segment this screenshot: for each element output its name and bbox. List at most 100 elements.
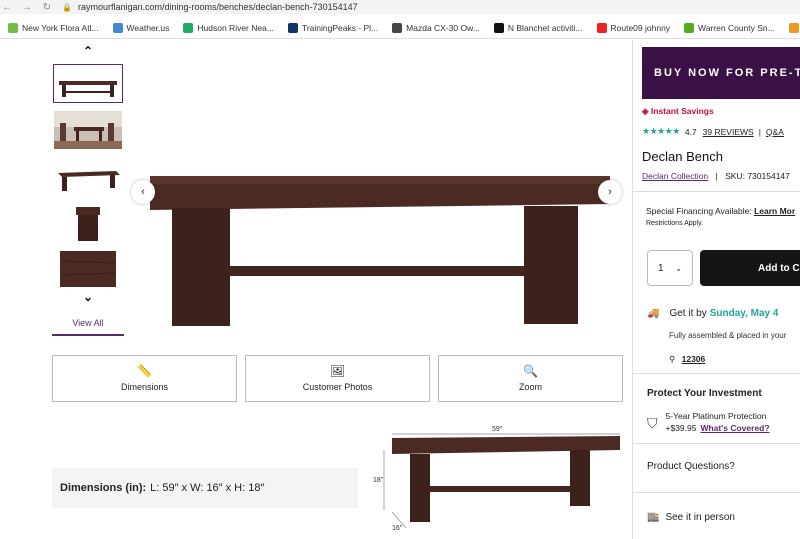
zip-link[interactable]: 12306	[682, 354, 706, 364]
protect-title: Protect Your Investment	[647, 388, 762, 399]
rating-value: 4.7	[684, 126, 697, 137]
bookmark-item[interactable]: Weather.us	[112, 22, 170, 33]
add-to-cart-button[interactable]: Add to C	[700, 250, 800, 286]
separator: |	[715, 171, 718, 181]
sku: SKU: 730154147	[725, 171, 790, 181]
bookmark-favicon-icon	[112, 22, 123, 33]
bookmark-item[interactable]: TrainingPeaks - Pl...	[287, 22, 379, 33]
bookmarks-bar: New York Flora Atl... Weather.us Hudson Ri…	[0, 17, 800, 39]
dimensions-label: Dimensions (in):	[60, 482, 147, 494]
bookmark-label: Route09 johnny	[610, 22, 671, 33]
chevron-down-icon: ⌄	[675, 263, 682, 273]
height-label: 18"	[373, 477, 384, 484]
bookmark-label: New York Flora Atl...	[22, 22, 99, 33]
protection-plan-label: 5-Year Platinum Protection	[665, 411, 767, 421]
thumbnail-bench-angle[interactable]	[53, 164, 123, 196]
instant-savings-label: Instant Savings	[650, 106, 714, 116]
divider	[633, 492, 800, 493]
collection-row: Declan Collection | SKU: 730154147	[642, 171, 790, 181]
tag-icon: ◈	[642, 106, 651, 116]
bookmark-label: Warren County Sn...	[698, 22, 775, 33]
bookmark-item[interactable]: Warren County Sn...	[684, 22, 775, 33]
dimensions-button[interactable]: 📏 Dimensions	[52, 355, 237, 402]
bookmark-item[interactable]: Ticks in Warren C	[788, 22, 800, 33]
view-all-link[interactable]: View All	[52, 318, 124, 336]
forward-icon[interactable]: →	[20, 2, 34, 13]
qa-link[interactable]: Q&A	[766, 127, 784, 137]
bookmark-item[interactable]: New York Flora Atl...	[8, 22, 99, 33]
product-title: Declan Bench	[642, 149, 723, 164]
image-icon: 🖼	[329, 364, 346, 378]
zoom-button[interactable]: 🔍 Zoom	[438, 355, 623, 402]
bookmark-item[interactable]: Hudson River Nea...	[183, 22, 274, 33]
divider	[633, 373, 800, 374]
bookmark-favicon-icon	[684, 22, 695, 33]
bookmark-favicon-icon	[183, 22, 194, 33]
restrictions-text: Restrictions Apply.	[646, 220, 704, 227]
location-pin-icon: ⚲	[669, 354, 676, 364]
protection-plan[interactable]: ⛉ 5-Year Platinum Protection +$39.95 What…	[647, 411, 770, 433]
bookmark-favicon-icon	[392, 22, 403, 33]
thumbnail-room-scene[interactable]	[53, 110, 123, 150]
learn-more-link[interactable]: Learn Mor	[754, 206, 795, 216]
thumbnail-bench-front[interactable]	[53, 64, 123, 103]
back-icon[interactable]: ←	[0, 2, 14, 13]
assembled-text: Fully assembled & placed in your	[669, 331, 787, 340]
bookmark-favicon-icon	[287, 22, 298, 33]
main-product-image	[150, 176, 610, 326]
dimensions-button-label: Dimensions	[120, 382, 169, 392]
bookmark-favicon-icon	[8, 22, 18, 33]
financing-row: Special Financing Available: Learn Mor	[646, 206, 795, 216]
get-it-label: Get it by	[669, 308, 707, 319]
buy-now-banner[interactable]: BUY NOW FOR PRE-T	[642, 47, 800, 99]
chevron-down-icon[interactable]: ⌄	[80, 290, 96, 304]
bookmark-favicon-icon	[493, 22, 504, 33]
reload-icon[interactable]: ↻	[40, 2, 54, 13]
bookmark-label: Mazda CX-30 Ow...	[406, 22, 480, 33]
separator: |	[758, 126, 761, 137]
quantity-select[interactable]: 1 ⌄	[647, 250, 693, 286]
product-questions[interactable]: Product Questions?	[647, 461, 735, 472]
bookmark-item[interactable]: Route09 johnny	[596, 22, 671, 33]
see-in-person-label: See it in person	[665, 512, 735, 523]
dimensions-value: L: 59″ x W: 16″ x H: 18″	[150, 482, 265, 494]
bookmark-favicon-icon	[788, 22, 799, 33]
shield-icon: ⛉	[647, 415, 658, 431]
chevron-left-icon[interactable]: ‹	[131, 180, 155, 204]
quantity-value: 1	[658, 262, 664, 274]
delivery-date[interactable]: Sunday, May 4	[710, 308, 779, 319]
whats-covered-link[interactable]: What's Covered?	[700, 423, 769, 433]
width-label: 16"	[392, 525, 403, 532]
browser-address-bar: ← → ↻ 🔒 raymourflanigan.com/dining-rooms…	[0, 0, 800, 14]
bookmark-label: Weather.us	[126, 22, 170, 33]
chevron-right-icon[interactable]: ›	[598, 180, 622, 204]
bookmark-item[interactable]: Mazda CX-30 Ow...	[392, 22, 480, 33]
customer-photos-button[interactable]: 🖼 Customer Photos	[245, 355, 430, 402]
thumbnail-wood-swatch[interactable]	[53, 250, 123, 288]
star-rating-icon: ★★★★★	[642, 126, 680, 136]
url-text[interactable]: raymourflanigan.com/dining-rooms/benches…	[78, 2, 358, 12]
reviews-link[interactable]: 39 REVIEWS	[703, 127, 754, 137]
ruler-icon: 📏	[137, 364, 152, 378]
rating-row: ★★★★★ 4.7 39 REVIEWS | Q&A	[642, 126, 784, 137]
dimensions-diagram: 59" 18" 16"	[373, 426, 620, 532]
chevron-up-icon[interactable]: ⌃	[80, 44, 96, 58]
customer-photos-button-label: Customer Photos	[302, 382, 373, 392]
see-in-person[interactable]: 🏬 See it in person	[647, 512, 735, 523]
truck-icon: 🚚	[647, 308, 660, 319]
collection-link[interactable]: Declan Collection	[642, 171, 708, 181]
instant-savings[interactable]: ◈ Instant Savings	[642, 106, 714, 117]
divider	[633, 443, 800, 444]
bookmark-item[interactable]: N Blanchet activiti...	[493, 22, 583, 33]
dimensions-summary: Dimensions (in): L: 59″ x W: 16″ x H: 18…	[52, 468, 358, 508]
bookmark-favicon-icon	[596, 22, 607, 33]
product-info-panel: BUY NOW FOR PRE-T ◈ Instant Savings ★★★★…	[633, 40, 800, 539]
financing-label: Special Financing Available:	[646, 206, 752, 216]
zip-row: ⚲ 12306	[669, 354, 705, 365]
bookmark-label: Hudson River Nea...	[197, 22, 274, 33]
thumbnail-bench-end[interactable]	[53, 204, 123, 244]
zoom-icon: 🔍	[523, 364, 538, 378]
store-icon: 🏬	[647, 512, 660, 523]
protection-price: +$39.95	[665, 423, 697, 433]
bookmark-label: TrainingPeaks - Pl...	[301, 22, 379, 33]
